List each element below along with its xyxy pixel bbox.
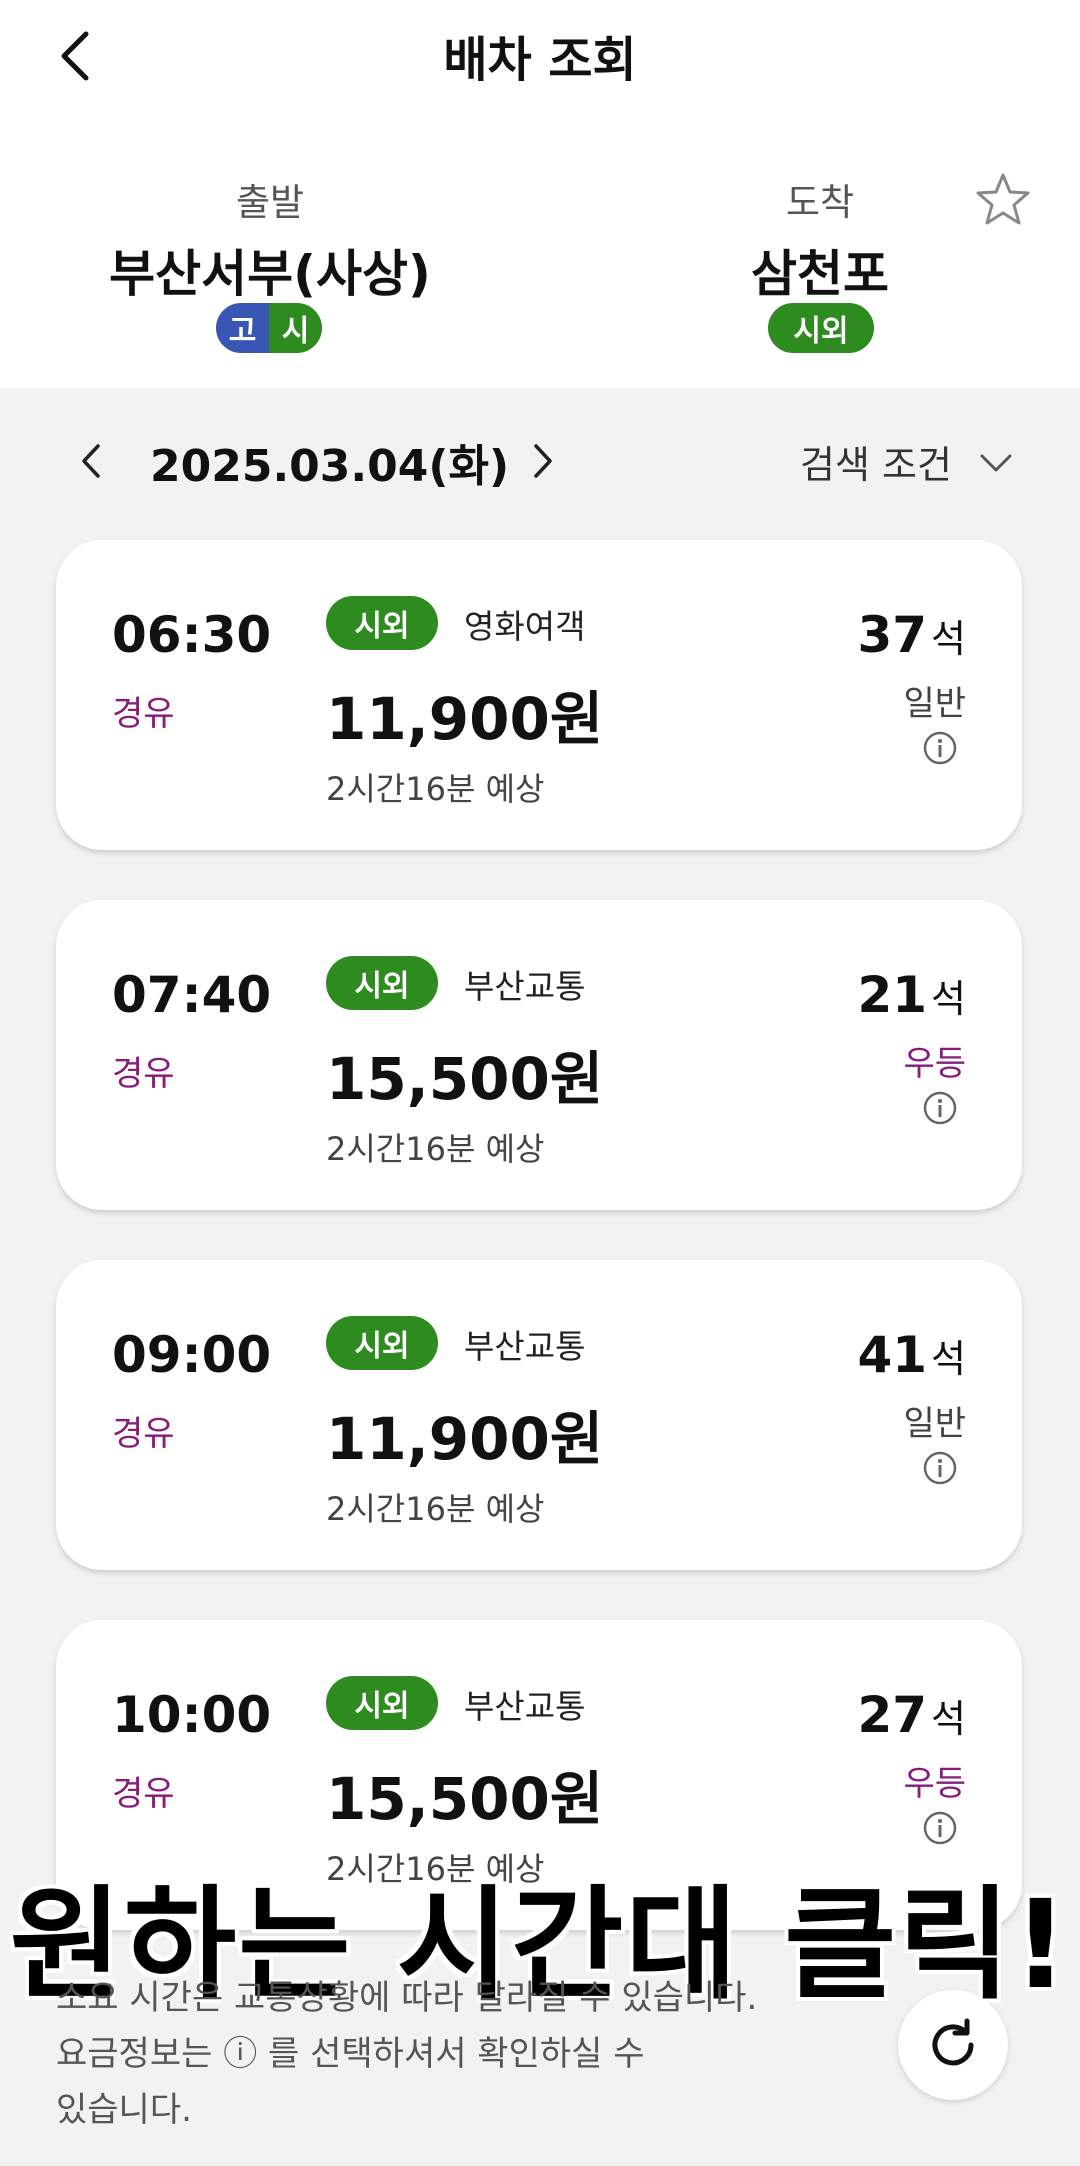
header: 배차 조회 출발 부산서부(사상) 고 시 도착 삼천포 시외 <box>0 0 1080 388</box>
footer-note-line: 있습니다. <box>56 2090 192 2130</box>
footer-note-line: 요금정보는 ⓘ 를 선택하셔서 확인하실 수 <box>56 2034 645 2074</box>
seats-remaining: 37 석 <box>857 606 966 664</box>
fare-info-button[interactable] <box>922 1090 958 1126</box>
info-icon <box>923 731 957 765</box>
departure-time: 07:40 <box>112 966 272 1024</box>
footer-note-line: 소요 시간은 교통상황에 따라 달라질 수 있습니다. <box>56 1978 758 2018</box>
departure-time: 09:00 <box>112 1326 272 1384</box>
seat-unit: 석 <box>931 977 966 1021</box>
fare: 11,900원 <box>326 1405 604 1473</box>
seat-count: 41 <box>857 1326 928 1384</box>
page-title: 배차 조회 <box>443 32 637 88</box>
duration: 2시간16분 예상 <box>326 770 545 808</box>
arrival-label: 도착 <box>785 181 855 224</box>
bus-company: 부산교통 <box>464 967 586 1006</box>
fare: 15,500원 <box>326 1045 604 1113</box>
bus-company: 부산교통 <box>464 1687 586 1726</box>
schedule-card[interactable]: 07:40 경유 시외 부산교통 15,500원 2시간16분 예상 21 석 우… <box>56 900 1022 1210</box>
fare-info-button[interactable] <box>922 1810 958 1846</box>
bus-company: 영화여객 <box>464 607 586 646</box>
bus-type-badge: 시외 <box>326 956 438 1010</box>
via-label: 경유 <box>112 1054 175 1094</box>
via-label: 경유 <box>112 1774 175 1814</box>
date-bar: 2025.03.04(화) 검색 조건 <box>0 420 1080 500</box>
seats-remaining: 41 석 <box>857 1326 966 1384</box>
bus-company: 부산교통 <box>464 1327 586 1366</box>
info-icon <box>923 1091 957 1125</box>
departure-time: 10:00 <box>112 1686 272 1744</box>
duration: 2시간16분 예상 <box>326 1130 545 1168</box>
departure-label: 출발 <box>235 181 305 224</box>
chevron-left-icon <box>82 444 100 478</box>
bus-grade: 일반 <box>903 684 966 724</box>
schedule-card[interactable]: 09:00 경유 시외 부산교통 11,900원 2시간16분 예상 41 석 일… <box>56 1260 1022 1570</box>
seat-count: 37 <box>857 606 928 664</box>
info-icon <box>923 1811 957 1845</box>
seats-remaining: 21 석 <box>857 966 966 1024</box>
bus-type-badge: 시외 <box>326 1676 438 1730</box>
seat-unit: 석 <box>931 1697 966 1741</box>
fare-info-button[interactable] <box>922 730 958 766</box>
refresh-icon <box>932 2018 974 2066</box>
seat-count: 27 <box>857 1686 928 1744</box>
info-icon <box>923 1451 957 1485</box>
favorite-button[interactable] <box>975 172 1031 226</box>
seats-remaining: 27 석 <box>857 1686 966 1744</box>
duration: 2시간16분 예상 <box>326 1490 545 1528</box>
chevron-right-icon <box>534 444 552 478</box>
arrival[interactable]: 도착 삼천포 <box>680 172 960 306</box>
next-date-button[interactable] <box>522 438 562 484</box>
fare-info-button[interactable] <box>922 1450 958 1486</box>
arrival-terminal-tag: 시외 <box>768 303 874 353</box>
arrival-name: 삼천포 <box>751 245 889 303</box>
selected-date: 2025.03.04(화) <box>150 441 510 492</box>
departure-time: 06:30 <box>112 606 272 664</box>
bus-grade: 일반 <box>903 1404 966 1444</box>
refresh-button[interactable] <box>898 1990 1008 2100</box>
fare: 15,500원 <box>326 1765 604 1833</box>
previous-date-button[interactable] <box>72 438 112 484</box>
intercity-tag: 시 <box>269 303 322 353</box>
footer-note: 소요 시간은 교통상황에 따라 달라질 수 있습니다. 요금정보는 ⓘ 를 선택… <box>56 1970 876 2138</box>
seat-count: 21 <box>857 966 928 1024</box>
schedule-card[interactable]: 06:30 경유 시외 영화여객 11,900원 2시간16분 예상 37 석 일… <box>56 540 1022 850</box>
seat-unit: 석 <box>931 1337 966 1381</box>
search-conditions-chevron[interactable] <box>976 450 1016 476</box>
via-label: 경유 <box>112 694 175 734</box>
express-tag: 고 <box>216 303 269 353</box>
departure-terminal-tags: 고 시 <box>216 303 322 353</box>
bus-type-badge: 시외 <box>326 596 438 650</box>
fare: 11,900원 <box>326 685 604 753</box>
star-icon <box>976 173 1030 225</box>
search-conditions-toggle[interactable]: 검색 조건 <box>800 434 952 489</box>
departure[interactable]: 출발 부산서부(사상) <box>60 172 480 306</box>
bus-grade: 우등 <box>903 1044 966 1084</box>
chevron-down-icon <box>980 454 1012 472</box>
bus-grade: 우등 <box>903 1764 966 1804</box>
seat-unit: 석 <box>931 617 966 661</box>
bus-type-badge: 시외 <box>326 1316 438 1370</box>
via-label: 경유 <box>112 1414 175 1454</box>
departure-name: 부산서부(사상) <box>109 245 431 303</box>
